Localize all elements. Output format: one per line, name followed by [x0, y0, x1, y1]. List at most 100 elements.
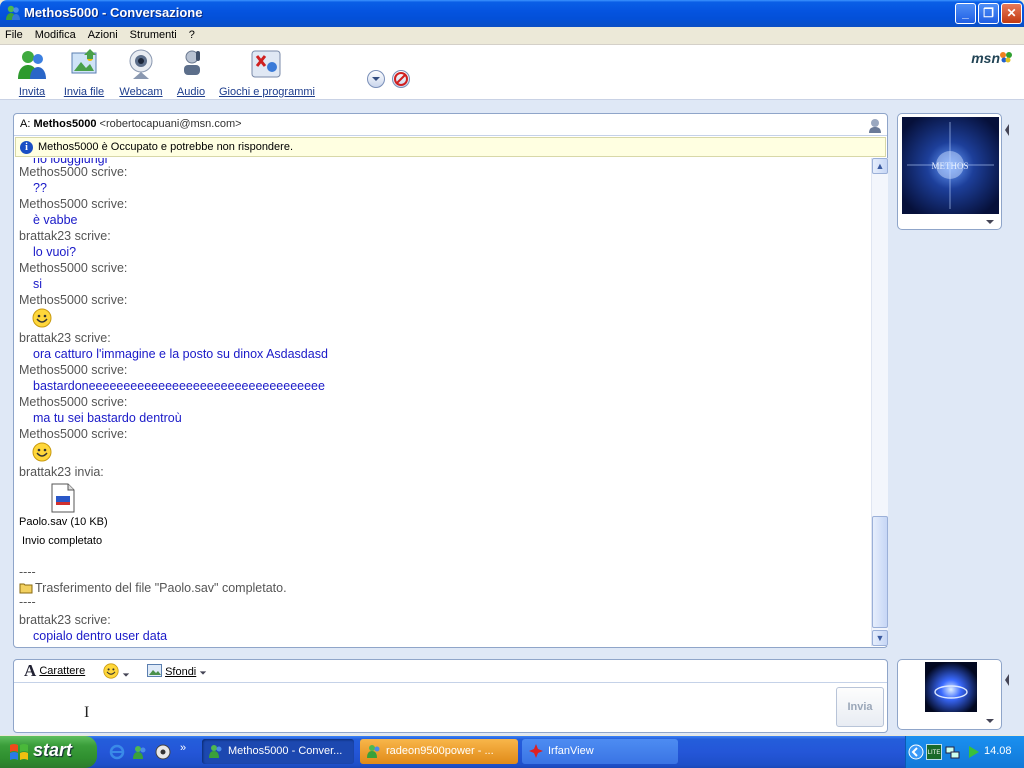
invite-button[interactable]: Invita — [12, 47, 52, 98]
internet-explorer-icon[interactable] — [109, 744, 125, 760]
chat-sender: brattak23 scrive: — [19, 613, 111, 627]
start-label: start — [33, 740, 73, 760]
toolbar: Invita Invia file Webcam Audio Giochi e … — [0, 45, 1024, 100]
send-button[interactable]: Invia — [836, 687, 884, 727]
backgrounds-button[interactable]: Sfondi — [147, 664, 207, 680]
msn-butterfly-icon — [1000, 52, 1012, 63]
chat-sender: Methos5000 scrive: — [19, 427, 128, 441]
menu-azioni[interactable]: Azioni — [82, 28, 124, 41]
invite-label: Invita — [18, 86, 46, 98]
title-bar[interactable]: Methos5000 - Conversazione _ ❐ ✕ — [0, 0, 1024, 27]
chevron-left-icon[interactable] — [1003, 672, 1011, 688]
chat-sender: Methos5000 scrive: — [19, 363, 128, 377]
chat-history: no louggiungi Methos5000 scrive: ?? Meth… — [19, 158, 869, 646]
file-icon[interactable] — [50, 483, 76, 513]
transfer-complete-message: Trasferimento del file "Paolo.sav" compl… — [35, 581, 287, 595]
webcam-button[interactable]: Webcam — [119, 47, 163, 98]
font-label: Carattere — [39, 665, 86, 677]
toolbar-expand-button[interactable] — [367, 70, 385, 88]
messenger-window-icon — [367, 745, 380, 758]
scroll-up-button[interactable]: ▲ — [872, 158, 888, 174]
info-icon: i — [20, 141, 33, 154]
tray-lite-icon[interactable]: LITE — [926, 744, 942, 760]
menu-bar: File Modifica Azioni Strumenti? — [0, 27, 1024, 45]
my-avatar-panel[interactable] — [897, 659, 1002, 730]
menu-help[interactable]: ? — [183, 28, 201, 41]
status-text: Methos5000 è Occupato e potrebbe non ris… — [38, 141, 294, 153]
webcam-icon — [129, 49, 153, 79]
scroll-thumb[interactable] — [872, 516, 888, 628]
audio-button[interactable]: Audio — [175, 47, 207, 98]
chat-sender: Methos5000 scrive: — [19, 197, 128, 211]
chevron-down-icon — [372, 77, 380, 81]
smiley-icon — [103, 663, 119, 679]
chat-scrollbar[interactable]: ▲ ▼ — [871, 158, 888, 646]
task-button-radeon[interactable]: radeon9500power - ... — [360, 739, 518, 764]
chevron-down-icon[interactable] — [985, 717, 995, 725]
menu-strumenti[interactable]: Strumenti — [124, 28, 183, 41]
window-title: Methos5000 - Conversazione — [24, 5, 203, 20]
chevron-left-icon[interactable] — [1003, 122, 1011, 138]
task-label: Methos5000 - Conver... — [228, 745, 343, 757]
recipient-name: Methos5000 — [33, 118, 97, 130]
message-input[interactable] — [18, 686, 830, 730]
separator: ---- — [19, 565, 36, 579]
conversation-panel: A: Methos5000 <robertocapuani@msn.com> i… — [13, 113, 888, 648]
contact-avatar-image: METHOS — [902, 117, 999, 214]
backgrounds-label: Sfondi — [165, 666, 197, 678]
scroll-down-button[interactable]: ▼ — [872, 630, 888, 646]
background-image-icon — [147, 664, 162, 677]
chat-sender: brattak23 invia: — [19, 465, 104, 479]
chevron-down-icon — [122, 673, 130, 677]
menu-modifica[interactable]: Modifica — [29, 28, 82, 41]
format-bar: A Carattere Sfondi — [14, 660, 887, 683]
recipient-email: <robertocapuani@msn.com> — [99, 118, 242, 130]
task-button-irfanview[interactable]: IrfanView — [522, 739, 678, 764]
webcam-label: Webcam — [119, 86, 163, 98]
start-button[interactable]: start — [0, 736, 97, 768]
recipient-header: A: Methos5000 <robertocapuani@msn.com> — [14, 114, 887, 136]
input-panel: A Carattere Sfondi I Invia — [13, 659, 888, 733]
quicklaunch-more-icon[interactable]: » — [180, 742, 186, 754]
block-button[interactable] — [392, 70, 410, 88]
send-file-button[interactable]: Invia file — [61, 47, 107, 98]
menu-file[interactable]: File — [0, 28, 29, 41]
invite-icon — [18, 51, 46, 79]
minimize-button[interactable]: _ — [955, 3, 976, 24]
task-button-messenger[interactable]: Methos5000 - Conver... — [202, 739, 354, 764]
chat-message: si — [33, 277, 43, 291]
status-notice: i Methos5000 è Occupato e potrebbe non r… — [15, 137, 886, 157]
games-label: Giochi e programmi — [219, 86, 315, 98]
chat-message: ma tu sei bastardo dentroù — [33, 411, 182, 425]
chat-sender: Methos5000 scrive: — [19, 293, 128, 307]
smiley-emoticon-icon — [32, 442, 52, 462]
tray-collapse-icon[interactable] — [908, 744, 924, 760]
chevron-down-icon[interactable] — [985, 218, 995, 226]
games-icon — [251, 50, 281, 78]
maximize-button[interactable]: ❐ — [978, 3, 999, 24]
file-name[interactable]: Paolo.sav (10 KB) — [19, 516, 108, 528]
contact-avatar-panel[interactable]: METHOS — [897, 113, 1002, 230]
chat-message: è vabbe — [33, 213, 78, 227]
emoticon-button[interactable] — [103, 663, 130, 682]
msn-messenger-icon — [6, 5, 20, 20]
task-label: radeon9500power - ... — [386, 745, 494, 757]
network-icon[interactable] — [945, 744, 961, 760]
games-button[interactable]: Giochi e programmi — [219, 47, 315, 98]
clock: 14.08 — [984, 745, 1012, 757]
chat-sender: Methos5000 scrive: — [19, 165, 128, 179]
font-button[interactable]: A Carattere — [24, 661, 85, 681]
media-player-icon[interactable] — [155, 744, 171, 760]
contact-card-icon[interactable] — [867, 117, 883, 133]
chat-message: copialo dentro user data — [33, 629, 168, 643]
send-file-icon — [71, 49, 97, 74]
taskbar: start » Methos5000 - Conver... radeon950… — [0, 736, 1024, 768]
chat-message: ora catturo l'immagine e la posto su din… — [33, 347, 328, 361]
close-button[interactable]: ✕ — [1001, 3, 1022, 24]
audio-icon — [184, 50, 200, 75]
audio-label: Audio — [176, 86, 206, 98]
messenger-tray-icon[interactable] — [965, 744, 981, 760]
messenger-quicklaunch-icon[interactable] — [132, 744, 148, 760]
msn-messenger-icon — [209, 745, 222, 758]
chevron-down-icon — [200, 671, 207, 675]
